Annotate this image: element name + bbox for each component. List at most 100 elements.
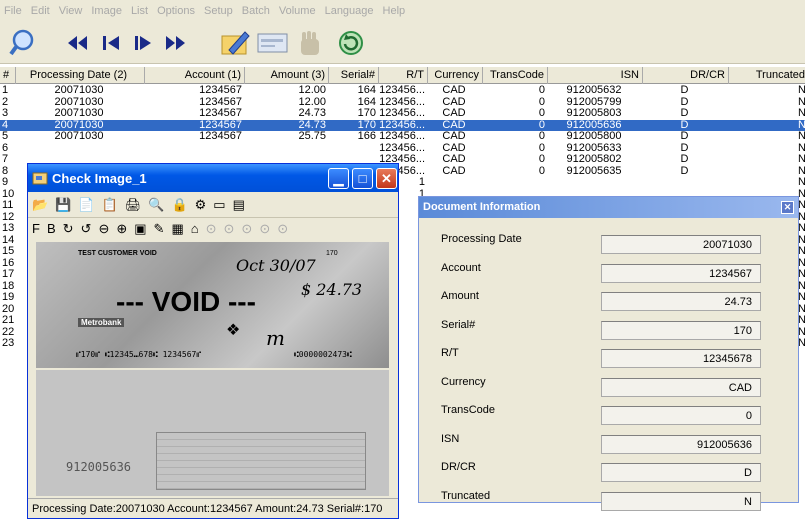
hand-icon[interactable]	[292, 27, 326, 59]
col-header-currency[interactable]: Currency	[428, 67, 483, 84]
table-row[interactable]: 1 20071030 1234567 12.00 164 123456... CAD 0 912…	[0, 85, 805, 97]
col-header-account[interactable]: Account (1)	[145, 67, 245, 84]
field-label: Currency	[441, 375, 486, 388]
zoom-2-icon[interactable]: ⊙	[224, 221, 235, 237]
check-image-window: Check Image_1 ▁ □ ✕ 📂 💾 📄 📋 🖨 🔍 🔒 ⚙ ▭ ▤ …	[27, 163, 399, 519]
col-header-index[interactable]: #	[0, 67, 16, 84]
menu-list[interactable]: List	[131, 5, 148, 17]
check-serial: 170	[326, 250, 338, 257]
pen-icon[interactable]: ✎	[154, 221, 165, 237]
field-value[interactable]: 912005636	[601, 434, 761, 454]
print-icon[interactable]: 🖨	[125, 197, 142, 213]
field-label: Processing Date	[441, 233, 522, 245]
cell-index: 3	[2, 108, 9, 119]
card-icon[interactable]	[256, 27, 290, 59]
field-value[interactable]: 1234567	[601, 263, 761, 283]
menu-file[interactable]: File	[4, 5, 22, 17]
field-label: Account	[441, 261, 481, 274]
cell-transcode: 0	[538, 108, 545, 119]
cell-index: 5	[2, 131, 9, 142]
previous-icon[interactable]	[98, 27, 126, 59]
check-front-image: TEST CUSTOMER VOID 170 Oct 30/07 $ 24.73…	[36, 242, 389, 368]
last-icon[interactable]	[162, 27, 190, 59]
cell-index: 16	[2, 257, 15, 269]
paste-icon[interactable]: 📋	[102, 197, 118, 213]
search-icon[interactable]	[8, 27, 42, 59]
zoom-5-icon[interactable]: ⊙	[277, 221, 288, 237]
table-row[interactable]: 4 20071030 1234567 24.73 170 123456... CAD 0 912…	[0, 119, 805, 131]
col-header-rt[interactable]: R/T	[379, 67, 428, 84]
zoom-1-icon[interactable]: ⊙	[206, 221, 217, 237]
field-value[interactable]: 12345678	[601, 349, 761, 368]
field-value[interactable]: CAD	[601, 377, 761, 397]
toolbar	[0, 22, 805, 64]
doc-info-titlebar[interactable]: Document Information ✕	[419, 197, 798, 218]
cell-account: 1234567	[199, 85, 242, 96]
field-value[interactable]: 0	[601, 406, 761, 425]
rotate-ccw-icon[interactable]: ↺	[81, 221, 92, 237]
col-header-serial[interactable]: Serial#	[329, 67, 379, 84]
col-header-truncated[interactable]: Truncated	[729, 67, 805, 84]
check-signature: m	[266, 326, 285, 350]
settings-icon[interactable]: ⚙	[195, 197, 207, 213]
id-card-icon[interactable]: ▭	[213, 197, 225, 213]
field-value[interactable]: 24.73	[601, 292, 761, 311]
cell-drcr	[643, 177, 729, 189]
cell-account: 1234567	[199, 108, 242, 119]
table-row[interactable]: 3 20071030 1234567 24.73 170 123456... CAD 0 912…	[0, 108, 805, 120]
menu-language[interactable]: Language	[325, 5, 374, 17]
refresh-icon[interactable]	[336, 27, 366, 59]
menu-view[interactable]: View	[59, 5, 83, 17]
table-row[interactable]: 6 123456... CAD 0 912005633 D N	[0, 143, 805, 155]
back-icon[interactable]: B	[47, 221, 56, 236]
field-label: Amount	[441, 290, 479, 302]
front-icon[interactable]: F	[32, 221, 40, 236]
open-icon[interactable]: 📂	[32, 197, 48, 213]
table-row[interactable]: 5 20071030 1234567 25.75 166 123456... CAD 0 912…	[0, 131, 805, 143]
field-value[interactable]: D	[601, 463, 761, 482]
field-value[interactable]: 170	[601, 320, 761, 340]
zoom-3-icon[interactable]: ⊙	[241, 221, 252, 237]
cell-index: 21	[2, 315, 15, 326]
field-value[interactable]: 20071030	[601, 235, 761, 254]
field-value[interactable]: N	[601, 491, 761, 511]
menu-help[interactable]: Help	[383, 5, 406, 17]
menu-options[interactable]: Options	[157, 5, 195, 17]
menu-setup[interactable]: Setup	[204, 5, 233, 17]
col-header-date[interactable]: Processing Date (2)	[16, 67, 145, 84]
menu-edit[interactable]: Edit	[31, 5, 50, 17]
maximize-button[interactable]: □	[352, 168, 373, 189]
close-button[interactable]: ✕	[376, 168, 397, 189]
cell-currency: CAD	[442, 108, 466, 119]
rotate-cw-icon[interactable]: ↻	[63, 221, 74, 237]
minimize-button[interactable]: ▁	[328, 168, 349, 189]
menu-image[interactable]: Image	[91, 5, 122, 17]
menu-batch[interactable]: Batch	[242, 5, 270, 17]
col-header-amount[interactable]: Amount (3)	[245, 67, 329, 84]
col-header-isn[interactable]: ISN	[548, 67, 643, 84]
col-header-drcr[interactable]: DR/CR	[643, 67, 729, 84]
preview-icon[interactable]: 🔍	[148, 197, 164, 213]
next-icon[interactable]	[130, 27, 158, 59]
table-row[interactable]: 2 20071030 1234567 12.00 164 123456... CAD 0 912…	[0, 97, 805, 109]
zoom-4-icon[interactable]: ⊙	[259, 221, 270, 237]
fit-icon[interactable]: ▣	[134, 221, 146, 237]
fax-icon[interactable]: ▤	[233, 197, 245, 213]
zoom-out-icon[interactable]: ⊖	[98, 221, 109, 237]
cell-serial: 166	[357, 131, 376, 142]
field-label: TransCode	[441, 404, 496, 416]
grid-icon[interactable]: ▦	[171, 221, 183, 237]
check-window-titlebar[interactable]: Check Image_1 ▁ □ ✕	[28, 164, 398, 192]
lock-icon[interactable]: 🔒	[171, 197, 187, 213]
menu-volume[interactable]: Volume	[279, 5, 316, 17]
bank-icon[interactable]: ⌂	[191, 221, 199, 236]
first-icon[interactable]	[64, 27, 92, 59]
copy-icon[interactable]: 📄	[78, 197, 94, 213]
doc-info-close-button[interactable]: ✕	[781, 201, 794, 214]
save-icon[interactable]: 💾	[55, 197, 71, 213]
check-date: Oct 30/07	[236, 256, 316, 275]
zoom-in-icon[interactable]: ⊕	[116, 221, 127, 237]
check-emblem: ❖	[226, 322, 241, 339]
col-header-transcode[interactable]: TransCode	[483, 67, 548, 84]
edit-icon[interactable]	[218, 27, 252, 59]
